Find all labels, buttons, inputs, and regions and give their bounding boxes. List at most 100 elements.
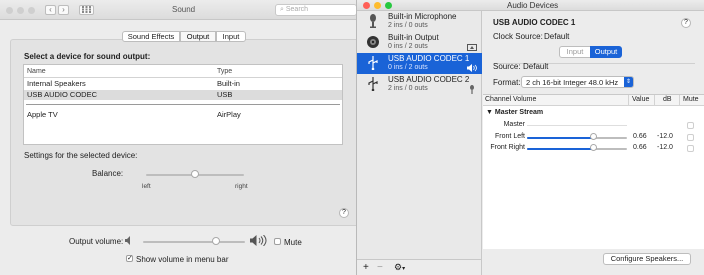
device-io: 2 ins / 0 outs <box>388 22 428 29</box>
stream-label: Master Stream <box>494 109 544 116</box>
sound-preferences-window: ‹ › Sound ⌕ Search Sound Effects Output … <box>0 0 362 275</box>
tab-input[interactable]: Input <box>559 46 591 58</box>
chevron-left-icon: ‹ <box>49 5 52 14</box>
channel-name: Front Right <box>490 144 525 151</box>
audio-title-bar: Audio Devices <box>357 0 704 11</box>
remove-device-button[interactable]: − <box>377 262 383 273</box>
output-speaker-icon <box>467 64 477 72</box>
usb-icon <box>368 56 378 70</box>
minimize-window-button[interactable] <box>374 2 381 9</box>
disclosure-triangle-icon: ▼ <box>486 109 493 116</box>
window-title: Audio Devices <box>507 1 559 10</box>
master-slider-track <box>527 125 627 126</box>
device-name: Built-in Output <box>388 33 439 42</box>
device-io: 0 ins / 2 outs <box>388 43 428 50</box>
search-field[interactable]: ⌕ Search <box>275 4 357 16</box>
minimize-window-button[interactable] <box>17 7 24 14</box>
channel-name: Master <box>503 121 525 128</box>
channel-value: 0.66 <box>633 133 647 140</box>
settings-label: Settings for the selected device: <box>24 151 138 160</box>
back-button[interactable]: ‹ <box>45 5 56 15</box>
grid-icon <box>82 6 91 13</box>
balance-slider-knob[interactable] <box>191 170 199 178</box>
help-button[interactable]: ? <box>339 208 349 218</box>
speaker-high-icon <box>250 235 267 246</box>
speaker-low-icon <box>125 236 130 245</box>
tab-output[interactable]: Output <box>590 46 622 58</box>
output-volume-slider-knob[interactable] <box>212 237 221 245</box>
close-window-button[interactable] <box>6 7 13 14</box>
checkmark-icon: ✓ <box>127 255 133 262</box>
input-microphone-icon <box>470 85 474 94</box>
table-row[interactable]: Internal Speakers Built-in <box>24 79 342 89</box>
output-volume-slider[interactable] <box>143 241 245 243</box>
front-right-volume-knob[interactable] <box>589 144 597 151</box>
table-header: Name Type <box>24 67 342 77</box>
show-volume-checkbox[interactable]: ✓ <box>126 255 133 262</box>
device-item-usb-audio-codec-1[interactable]: USB AUDIO CODEC 1 0 ins / 2 outs <box>357 53 482 74</box>
forward-button[interactable]: › <box>58 5 69 15</box>
section-divider <box>26 104 340 105</box>
table-row[interactable]: Apple TV AirPlay <box>24 110 342 120</box>
source-label: Source: <box>493 62 521 71</box>
search-placeholder: Search <box>285 6 309 13</box>
format-value: 2 ch 16-bit Integer 48.0 kHz <box>526 78 619 87</box>
column-db: dB <box>663 96 672 103</box>
select-arrows-icon: ⇕ <box>624 77 633 87</box>
device-io: 0 ins / 2 outs <box>388 64 428 71</box>
sound-title-bar: ‹ › Sound ⌕ Search <box>0 0 362 20</box>
settings-menu-button[interactable]: ⚙▾ <box>394 262 405 273</box>
device-item-built-in-output[interactable]: Built-in Output 0 ins / 2 outs <box>357 32 482 53</box>
column-name: Name <box>27 68 46 75</box>
channel-value: 0.66 <box>633 144 647 151</box>
gear-icon: ⚙ <box>394 262 403 272</box>
device-item-built-in-microphone[interactable]: Built-in Microphone 2 ins / 0 outs <box>357 11 482 32</box>
channel-row-front-left[interactable]: Front Left 0.66 -12.0 <box>483 132 704 143</box>
balance-left-label: left <box>142 183 151 190</box>
device-type: USB <box>217 90 233 99</box>
mute-checkbox[interactable] <box>274 238 281 245</box>
channel-row-front-right[interactable]: Front Right 0.66 -12.0 <box>483 143 704 154</box>
zoom-window-button[interactable] <box>385 2 392 9</box>
microphone-icon <box>370 14 376 28</box>
format-label: Format: <box>493 78 521 87</box>
column-divider <box>679 95 680 106</box>
device-type: AirPlay <box>217 110 241 119</box>
add-device-button[interactable]: + <box>363 262 369 273</box>
table-row-selected[interactable]: USB AUDIO CODEC USB <box>24 90 342 100</box>
clock-source-value: Default <box>544 32 570 41</box>
search-icon: ⌕ <box>280 6 284 13</box>
format-select[interactable]: 2 ch 16-bit Integer 48.0 kHz ⇕ <box>521 76 634 88</box>
zoom-window-button[interactable] <box>28 7 35 14</box>
device-name: Built-in Microphone <box>388 12 457 21</box>
table-header: Channel Volume Value dB Mute <box>483 95 704 106</box>
device-type: Built-in <box>217 79 240 88</box>
tab-sound-effects[interactable]: Sound Effects <box>122 31 180 42</box>
tab-input[interactable]: Input <box>216 31 246 42</box>
channel-db: -12.0 <box>657 133 673 140</box>
front-right-mute-checkbox[interactable] <box>687 145 694 152</box>
device-name: Internal Speakers <box>27 79 86 88</box>
device-name: USB AUDIO CODEC 1 <box>388 54 470 63</box>
help-button[interactable]: ? <box>681 18 691 28</box>
tab-output[interactable]: Output <box>180 31 216 42</box>
close-window-button[interactable] <box>363 2 370 9</box>
configure-speakers-button[interactable]: Configure Speakers... <box>603 253 691 265</box>
show-all-button[interactable] <box>79 5 94 15</box>
source-value: Default <box>523 62 549 71</box>
window-title: Sound <box>172 5 196 14</box>
front-left-mute-checkbox[interactable] <box>687 134 694 141</box>
select-device-heading: Select a device for sound output: <box>24 52 151 61</box>
device-item-usb-audio-codec-2[interactable]: USB AUDIO CODEC 2 2 ins / 0 outs <box>357 74 482 95</box>
front-left-volume-knob[interactable] <box>589 133 597 140</box>
clock-source-label: Clock Source: <box>493 32 543 41</box>
device-sidebar: Built-in Microphone 2 ins / 0 outs Built… <box>357 11 482 259</box>
usb-icon <box>368 77 378 91</box>
selected-device-title: USB AUDIO CODEC 1 <box>493 18 576 27</box>
balance-label: Balance: <box>92 169 124 178</box>
master-stream-row[interactable]: ▼ Master Stream <box>486 109 543 116</box>
channel-row-master: Master <box>483 120 704 131</box>
column-mute: Mute <box>683 96 699 103</box>
master-mute-checkbox[interactable] <box>687 122 694 129</box>
channel-name: Front Left <box>495 133 525 140</box>
